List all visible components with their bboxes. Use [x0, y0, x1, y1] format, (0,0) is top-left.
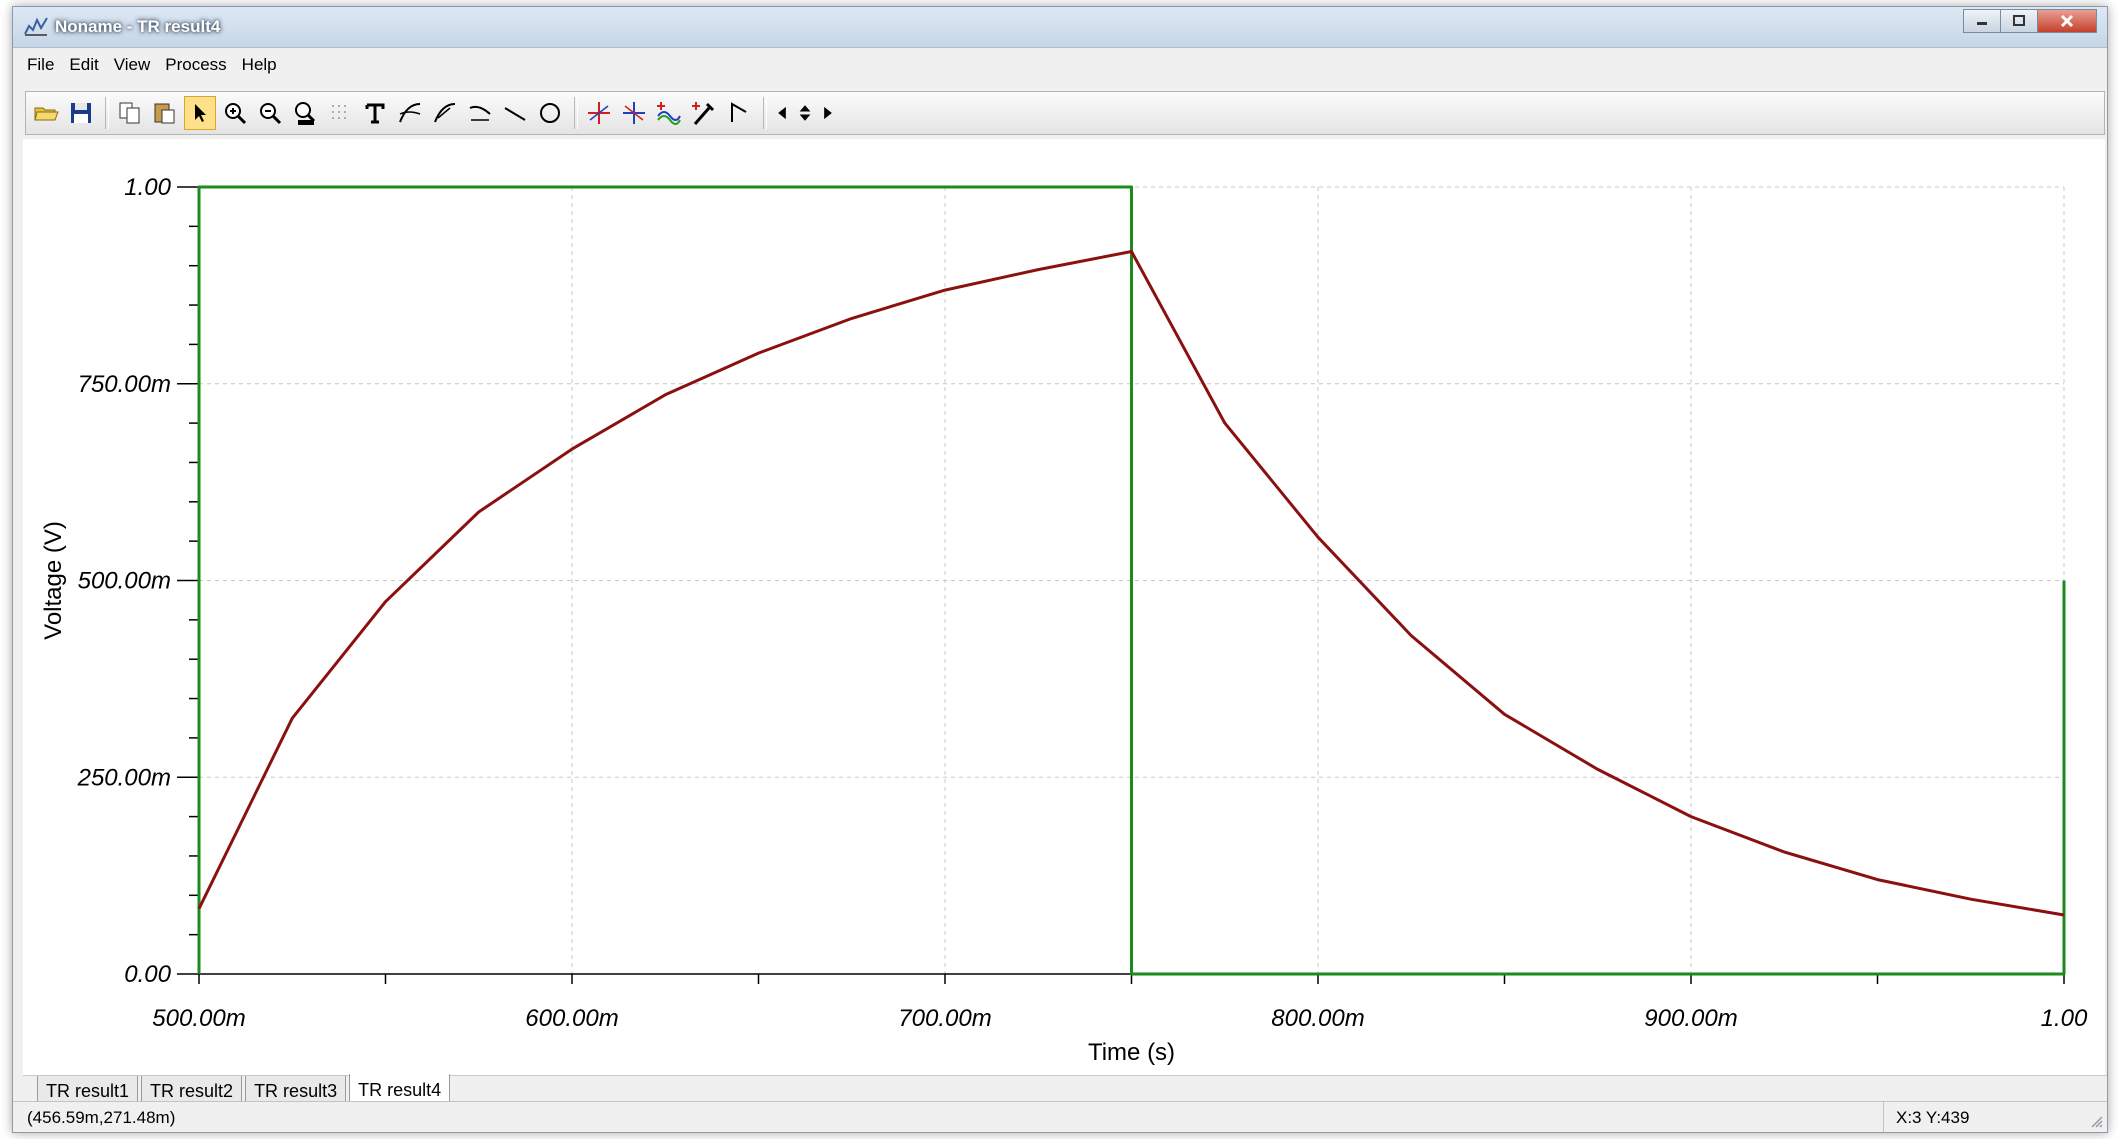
nav-updown-button[interactable] — [795, 96, 815, 130]
menu-process[interactable]: Process — [165, 55, 226, 75]
menu-view[interactable]: View — [114, 55, 151, 75]
zoom-100-button[interactable] — [289, 96, 321, 130]
text-icon — [365, 103, 385, 124]
cursor-coordinates: (456.59m,271.48m) — [27, 1108, 176, 1127]
paste-icon — [154, 103, 175, 124]
x-tick-label: 1.00 — [2041, 1005, 2088, 1032]
title-bar[interactable]: Noname - TR result4 — [13, 7, 2107, 48]
cursor-a-button[interactable] — [583, 96, 615, 130]
cursor-b-button[interactable] — [618, 96, 650, 130]
cursor-b-icon — [623, 102, 645, 124]
nav-left-button[interactable] — [772, 96, 792, 130]
menu-help[interactable]: Help — [242, 55, 277, 75]
toolbar-separator — [105, 97, 109, 129]
resize-grip-icon[interactable] — [2087, 1112, 2103, 1128]
save-file-button[interactable] — [65, 96, 97, 130]
open-file-button[interactable] — [30, 96, 62, 130]
toolbar-separator — [574, 97, 578, 129]
curve-icon — [399, 103, 421, 123]
flag-icon — [731, 102, 747, 122]
curve-tool-2-button[interactable] — [429, 96, 461, 130]
arrow-up-down-icon — [799, 105, 811, 121]
arrow-right-icon — [824, 106, 832, 120]
maximize-button[interactable] — [2000, 9, 2038, 33]
probe-button[interactable] — [688, 96, 720, 130]
select-tool-button[interactable] — [184, 96, 216, 130]
x-tick-label: 900.00m — [1644, 1005, 1737, 1032]
y-tick-label: 250.00m — [77, 764, 171, 791]
line-icon — [504, 107, 526, 121]
zoom-out-icon — [260, 103, 282, 125]
minimize-button[interactable] — [1963, 9, 2001, 33]
x-tick-label: 500.00m — [152, 1005, 245, 1032]
x-tick-label: 800.00m — [1271, 1005, 1364, 1032]
arrow-left-icon — [778, 106, 786, 120]
menu-file[interactable]: File — [27, 55, 54, 75]
marker-button[interactable] — [723, 96, 755, 130]
zoom-out-button[interactable] — [254, 96, 286, 130]
curve-icon — [469, 105, 491, 121]
toolbar-separator — [763, 97, 767, 129]
menu-edit[interactable]: Edit — [69, 55, 98, 75]
floppy-icon — [71, 103, 91, 123]
minimize-icon — [1977, 22, 1987, 25]
copy-button[interactable] — [114, 96, 146, 130]
add-wave-icon — [657, 102, 681, 125]
y-tick-label: 750.00m — [78, 371, 171, 398]
toolbar — [25, 91, 2105, 135]
y-tick-label: 0.00 — [124, 961, 171, 988]
curve-tool-3-button[interactable] — [464, 96, 496, 130]
line-tool-button[interactable] — [499, 96, 531, 130]
paste-button[interactable] — [149, 96, 181, 130]
add-trace-button[interactable] — [653, 96, 685, 130]
close-icon — [2060, 14, 2074, 28]
maximize-icon — [2013, 15, 2025, 26]
copy-icon — [119, 102, 140, 124]
ellipse-tool-button[interactable] — [534, 96, 566, 130]
text-tool-button[interactable] — [359, 96, 391, 130]
zoom-100-icon — [295, 102, 316, 125]
app-window: Noname - TR result4 File Edit View Proce… — [12, 6, 2108, 1133]
grid-button[interactable] — [324, 96, 356, 130]
folder-icon — [34, 107, 59, 121]
curve-tool-1-button[interactable] — [394, 96, 426, 130]
circle-icon — [540, 103, 560, 123]
grid-icon — [332, 105, 346, 119]
pixel-position: X:3 Y:439 — [1883, 1102, 2063, 1132]
cursor-a-icon — [588, 102, 610, 124]
y-tick-label: 500.00m — [78, 568, 171, 595]
x-tick-label: 700.00m — [898, 1005, 991, 1032]
nav-right-button[interactable] — [818, 96, 838, 130]
curve-icon — [434, 103, 456, 123]
x-tick-label: 600.00m — [525, 1005, 618, 1032]
probe-icon — [692, 102, 715, 125]
y-axis-label: Voltage (V) — [40, 521, 67, 640]
app-icon — [24, 17, 48, 36]
zoom-in-button[interactable] — [219, 96, 251, 130]
voltage-time-chart[interactable]: 500.00m 600.00m 700.00m 800.00m 900.00m 1.00 0… — [23, 139, 2105, 1075]
x-axis-label: Time (s) — [1088, 1039, 1175, 1066]
zoom-in-icon — [225, 103, 247, 125]
menu-bar: File Edit View Process Help — [13, 51, 2107, 79]
status-bar: (456.59m,271.48m) X:3 Y:439 — [13, 1101, 2107, 1132]
arrow-pointer-icon — [195, 104, 206, 122]
window-title: Noname - TR result4 — [55, 17, 221, 36]
y-tick-label: 1.00 — [124, 174, 171, 201]
plot-area[interactable]: 500.00m 600.00m 700.00m 800.00m 900.00m 1.00 0… — [23, 139, 2105, 1075]
close-button[interactable] — [2037, 9, 2097, 33]
